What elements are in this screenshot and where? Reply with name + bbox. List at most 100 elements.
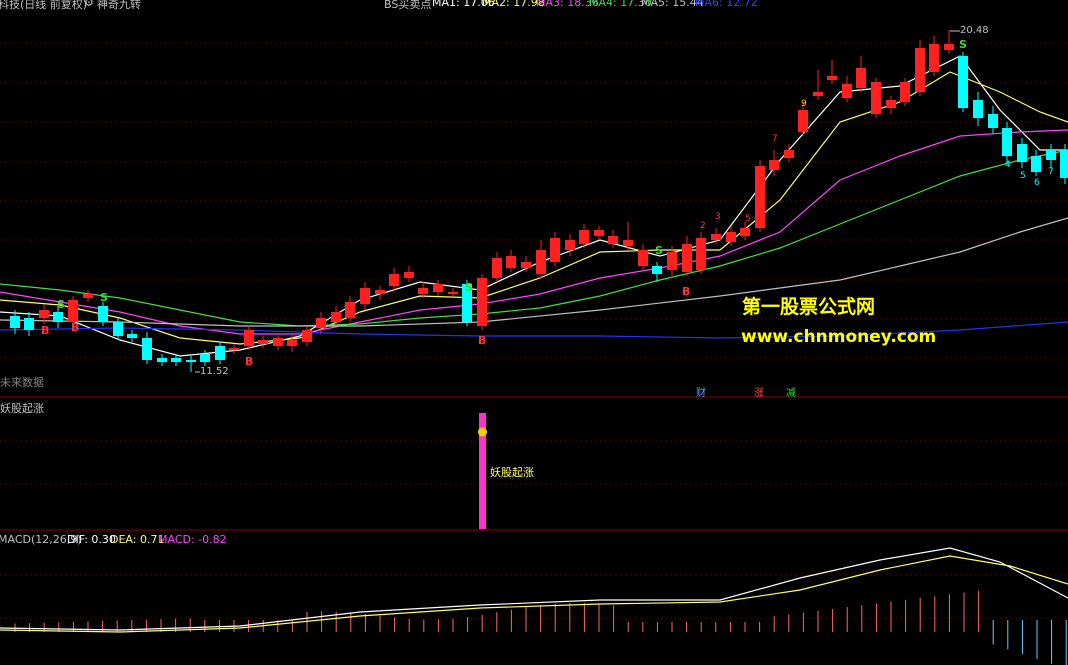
candle-body: [769, 160, 779, 170]
candle-body: [608, 236, 618, 244]
watermark-url[interactable]: www.chnmoney.com: [741, 327, 936, 347]
candle-body: [755, 166, 765, 228]
macd-plot: [0, 547, 1068, 665]
candle-body: [492, 258, 502, 278]
candle-body: [53, 312, 63, 322]
candle-body: [331, 312, 341, 322]
candle-body: [171, 358, 181, 362]
sell-signal: S: [100, 291, 108, 304]
candle-body: [1002, 128, 1012, 156]
sell-signal: S: [57, 298, 65, 311]
stock-title: 科技(日线 前复权): [0, 0, 88, 11]
candle-body: [10, 316, 20, 328]
candle-body: [157, 358, 167, 362]
indicator-name[interactable]: 神奇九转: [97, 0, 141, 12]
candle-body: [565, 240, 575, 250]
candle-body: [68, 300, 78, 322]
candle-body: [827, 76, 837, 80]
buy-signal: B: [245, 355, 254, 368]
candle-body: [418, 288, 428, 294]
candle-body: [287, 340, 297, 346]
candle-body: [638, 250, 648, 266]
candle-body: [740, 228, 750, 236]
candle-body: [521, 262, 531, 268]
candle-body: [842, 84, 852, 98]
low-price-label: 11.52: [200, 366, 229, 377]
high-price-label: 20.48: [960, 25, 989, 36]
buy-signal: B: [478, 334, 487, 347]
candle-body: [798, 110, 808, 132]
candle-body: [682, 244, 692, 272]
count-number: 6: [1034, 178, 1040, 188]
candle-body: [215, 346, 225, 360]
candle-body: [594, 230, 604, 236]
candle-body: [375, 290, 385, 294]
event-marker-jian[interactable]: 减: [786, 384, 796, 399]
gear-icon[interactable]: ⚙: [84, 0, 94, 9]
count-number: 2: [700, 221, 706, 231]
sell-signal: S: [655, 244, 663, 257]
candle-body: [258, 340, 268, 344]
candle-body: [1060, 150, 1068, 178]
candle-body: [652, 266, 662, 274]
candle-body: [404, 272, 414, 278]
event-marker-zhang[interactable]: 涨: [754, 384, 764, 399]
candle-body: [433, 284, 443, 292]
candle-body: [389, 274, 399, 286]
count-number: 4: [1005, 160, 1011, 170]
watermark-title: 第一股票公式网: [742, 296, 876, 318]
candle-body: [1017, 144, 1027, 162]
candle-body: [667, 252, 677, 270]
candle-body: [186, 360, 196, 362]
event-marker-cai[interactable]: 财: [696, 384, 706, 399]
ma4-line: [0, 149, 1068, 327]
candle-body: [784, 150, 794, 158]
sub-panel-title: 妖股起涨: [0, 402, 44, 415]
ma2-line: [0, 71, 1068, 345]
ma5-line: [0, 217, 1068, 327]
candle-body: [39, 310, 49, 318]
formula-name[interactable]: BS买卖点: [384, 0, 431, 12]
count-number: 7: [1048, 167, 1054, 177]
candle-body: [871, 82, 881, 114]
count-number: 3: [715, 212, 721, 222]
buy-signal: B: [71, 321, 80, 334]
candle-body: [83, 294, 93, 298]
candle-body: [579, 230, 589, 244]
candle-body: [1031, 156, 1041, 172]
count-number: 5: [1020, 171, 1026, 181]
yaogu-signal-dot: [478, 427, 487, 437]
count-number: 7: [772, 134, 778, 144]
candle-body: [958, 56, 968, 108]
candle-body: [273, 338, 283, 346]
future-data-label: 未来数据: [0, 376, 44, 389]
yaogu-signal-label: 妖股起涨: [490, 466, 534, 479]
macd-hist-value: MACD: -0.82: [158, 533, 227, 546]
dea-line: [0, 555, 1068, 633]
candle-body: [127, 334, 137, 338]
candle-body: [506, 256, 516, 268]
buy-signal: B: [682, 285, 691, 298]
macd-dif: DIF: 0.30: [67, 533, 116, 546]
sell-signal: S: [465, 281, 473, 294]
candle-body: [886, 100, 896, 108]
candle-body: [988, 114, 998, 128]
macd-dea: DEA: 0.71: [110, 533, 165, 546]
count-number: 5: [745, 214, 751, 224]
candle-body: [726, 232, 736, 242]
candle-body: [98, 306, 108, 322]
candle-body: [900, 82, 910, 102]
ma6-value: MA6: 12.72: [695, 0, 758, 9]
candle-body: [113, 322, 123, 336]
candle-body: [929, 44, 939, 72]
candle-body: [24, 318, 34, 330]
candle-body: [536, 250, 546, 274]
candle-body: [360, 288, 370, 304]
candle-body: [813, 92, 823, 96]
candle-body: [550, 238, 560, 262]
candle-body: [200, 354, 210, 362]
ma3-line: [0, 129, 1068, 335]
buy-signal: B: [41, 324, 50, 337]
candle-body: [973, 100, 983, 118]
candle-body: [142, 338, 152, 360]
